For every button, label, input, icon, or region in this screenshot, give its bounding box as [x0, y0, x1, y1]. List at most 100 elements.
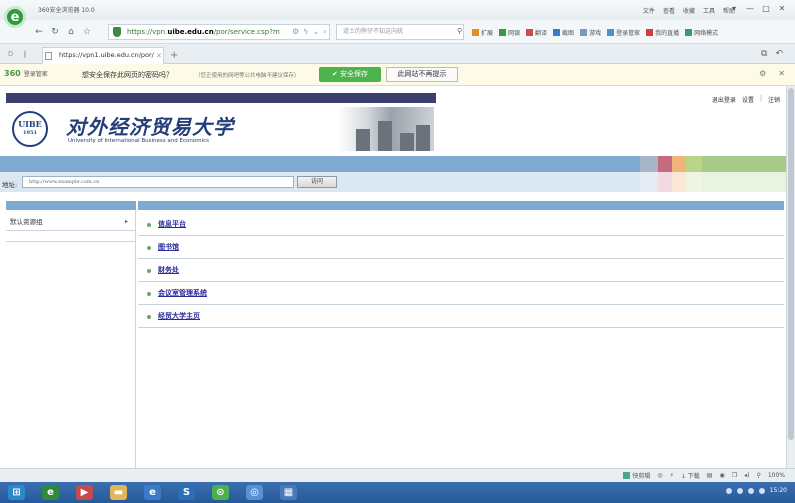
search-input[interactable]: 道士的熊仔不知这向统 [336, 24, 464, 40]
tab-close-icon[interactable]: ✕ [156, 52, 162, 60]
download-button[interactable]: ↓ 下载 [681, 471, 700, 480]
page-scrollbar[interactable] [786, 86, 795, 468]
ext-screenshot[interactable]: 截图 [553, 28, 574, 37]
browser-logo-icon[interactable]: e [4, 6, 26, 28]
tray-security-icon[interactable] [758, 487, 765, 494]
scrollbar-thumb[interactable] [788, 88, 794, 440]
zoom-icon[interactable]: ⚲ [756, 472, 760, 479]
visit-button[interactable]: 访问 [297, 176, 337, 188]
zoom-level[interactable]: 100% [768, 472, 785, 479]
media-icon[interactable]: ▶ [76, 485, 93, 500]
user-links: 退出登录 设置 | 注销 [712, 95, 780, 104]
ext-bank[interactable]: 网银 [499, 28, 520, 37]
taskbar-clock[interactable]: 15:20 [770, 487, 787, 494]
resource-address-input[interactable]: http://www.example.com.cn [22, 176, 294, 188]
sogou-icon[interactable]: S [178, 485, 195, 500]
ext-extensions[interactable]: 扩展 [472, 28, 493, 37]
resource-group-panel: 默认资源组 ▸ [6, 201, 136, 468]
tab-list-icon[interactable]: ∥ [23, 50, 27, 58]
menu-favorites[interactable]: 收藏 [683, 6, 695, 15]
window-title: 360安全浏览器 10.0 [38, 7, 95, 14]
quick-edit-button[interactable]: 快剪辑 [623, 471, 650, 480]
browser-statusbar: 快剪辑 ◎ ⚡ ↓ 下载 ▤ ◉ ❐ ◂) ⚲ 100% [0, 468, 795, 482]
ext-live[interactable]: 我的直播 [646, 28, 679, 37]
ext-login-manager[interactable]: 登录管家 [607, 28, 640, 37]
site-header: UIBE 1951 对外经济贸易大学 University of Internat… [6, 93, 436, 153]
sidebar-toggle-icon[interactable]: D [8, 50, 13, 58]
address-band-blocks [640, 172, 786, 192]
browser360-icon[interactable]: ⊙ [212, 485, 229, 500]
lightning-icon[interactable]: ϟ [303, 27, 308, 36]
resource-list: 信息平台 图书馆 财务处 会议室管理系统 经贸大学主页 [138, 213, 784, 328]
list-item: 经贸大学主页 [138, 305, 784, 328]
start-menu-icon[interactable]: ⊞ [8, 485, 25, 500]
app-360-icon[interactable]: e [42, 485, 59, 500]
refresh-icon[interactable]: ↻ [48, 25, 62, 39]
chrome-icon[interactable]: ◎ [246, 485, 263, 500]
tray-network-icon[interactable] [725, 487, 732, 494]
menu-file[interactable]: 文件 [643, 6, 655, 15]
copy-icon[interactable]: ❐ [732, 472, 737, 479]
undo-close-icon[interactable]: ↶ [775, 49, 783, 59]
tray-ime-icon[interactable] [747, 487, 754, 494]
ext-translate[interactable]: 翻译 [526, 28, 547, 37]
browser-menu: 文件 查看 收藏 工具 帮助 [643, 6, 735, 15]
password-bar-controls: ⚙ ✕ [759, 69, 785, 78]
folder-icon[interactable]: ▬ [110, 485, 127, 500]
tab-active[interactable]: https://vpn1.uibe.edu.cn/por/ [42, 47, 164, 64]
tray-volume-icon[interactable] [736, 487, 743, 494]
chevron-down-icon[interactable]: ⌄ [312, 27, 319, 36]
maximize-icon[interactable]: □ [759, 3, 773, 15]
new-tab-icon[interactable]: + [170, 50, 178, 61]
ie-mode-icon[interactable]: ◉ [719, 472, 724, 479]
settings-link[interactable]: 设置 [742, 95, 754, 104]
resource-link-library[interactable]: 图书馆 [158, 243, 179, 251]
ie-icon[interactable]: e [144, 485, 161, 500]
list-item: 会议室管理系统 [138, 282, 784, 305]
ext-games[interactable]: 游戏 [580, 28, 601, 37]
sidebar-item-default-group[interactable]: 默认资源组 ▸ [6, 213, 136, 231]
star-icon[interactable]: ☆ [80, 25, 94, 39]
settings-gear-icon[interactable]: ⚙ [292, 27, 299, 36]
back-icon[interactable]: ← [32, 25, 46, 39]
ext-mode[interactable]: 网络模式 [685, 28, 718, 37]
sidebar-blank-row [6, 232, 136, 242]
forward-icon[interactable]: › [323, 27, 326, 36]
logout-link[interactable]: 退出登录 [712, 95, 736, 104]
resource-list-panel: 信息平台 图书馆 财务处 会议室管理系统 经贸大学主页 [138, 201, 784, 468]
search-icon[interactable]: ⚲ [457, 27, 462, 35]
sound-icon[interactable]: ◂) [744, 472, 749, 479]
bullet-icon [147, 315, 151, 319]
signout-link[interactable]: 注销 [768, 95, 780, 104]
never-prompt-button[interactable]: 此网站不再提示 [386, 67, 458, 82]
tab-bar: D ∥ https://vpn1.uibe.edu.cn/por/ ✕ + ⧉ … [0, 44, 795, 64]
resource-link-homepage[interactable]: 经贸大学主页 [158, 312, 200, 320]
skin-icon[interactable]: ▾ [727, 3, 741, 15]
menu-view[interactable]: 查看 [663, 6, 675, 15]
minimize-icon[interactable]: — [743, 3, 757, 15]
list-item: 财务处 [138, 259, 784, 282]
resource-link-info-platform[interactable]: 信息平台 [158, 220, 186, 228]
restore-tab-icon[interactable]: ⧉ [761, 49, 767, 59]
safe-save-button[interactable]: ✔ 安全保存 [319, 67, 381, 82]
university-name-en: University of International Business and… [68, 138, 209, 144]
menu-tools[interactable]: 工具 [703, 6, 715, 15]
login-manager-logo: 360 登录管家 [4, 69, 48, 78]
resource-link-finance[interactable]: 财务处 [158, 266, 179, 274]
taskbar-apps: ⊞ e ▶ ▬ e S ⊙ ◎ ▦ [8, 485, 297, 500]
browser-icon[interactable]: ◎ [657, 472, 662, 479]
picture-icon[interactable]: ▤ [707, 472, 713, 479]
speed-icon[interactable]: ⚡ [670, 472, 674, 479]
right-panel-header [138, 201, 784, 210]
bar-close-icon[interactable]: ✕ [778, 69, 785, 78]
explorer-icon[interactable]: ▦ [280, 485, 297, 500]
resource-link-meeting-rooms[interactable]: 会议室管理系统 [158, 289, 207, 297]
university-emblem-icon: UIBE 1951 [12, 111, 48, 147]
bullet-icon [147, 269, 151, 273]
save-password-question: 想安全保存此网页的密码吗？ [82, 71, 173, 79]
address-bar-icons: ⚙ ϟ ⌄ › [292, 27, 326, 36]
home-icon[interactable]: ⌂ [64, 25, 78, 39]
bar-settings-icon[interactable]: ⚙ [759, 69, 766, 78]
close-icon[interactable]: ✕ [775, 3, 789, 15]
page-viewport: UIBE 1951 对外经济贸易大学 University of Internat… [0, 86, 786, 468]
